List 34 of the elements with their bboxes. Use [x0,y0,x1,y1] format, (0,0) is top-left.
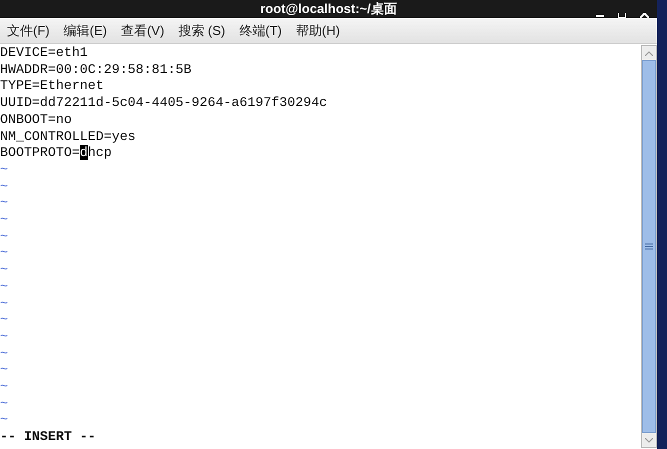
tilde-marker: ~ [0,346,8,362]
tilde-marker: ~ [0,228,8,246]
tilde-marker: ~ [0,262,8,279]
text-line: NM_CONTROLLED=yes [0,128,136,146]
tilde-marker: ~ [0,212,8,229]
text-line: BOOTPROTO=dhcp [0,145,112,162]
menu-item[interactable]: 终端(T) [234,20,287,40]
tilde-marker: ~ [0,396,8,412]
mode-indicator: -- INSERT -- [0,429,96,446]
scrollbar[interactable] [641,45,657,448]
text-line: HWADDR=00:0C:29:58:81:5B [0,62,192,78]
text-line: UUID=dd72211d-5c04-4405-9264-a6197f30294c [0,95,328,112]
tilde-marker: ~ [0,162,8,179]
grip-icon [645,243,653,250]
menu-item[interactable]: 帮助(H) [290,20,345,40]
tilde-marker: ~ [0,362,8,380]
tilde-marker: ~ [0,328,8,346]
text-line: DEVICE=eth1 [0,45,88,62]
tilde-marker: ~ [0,278,8,296]
window-title: root@localhost:~/桌面 [260,1,397,17]
text-line: TYPE=Ethernet [0,78,104,96]
text-line: ONBOOT=no [0,112,72,129]
menu-item[interactable]: 编辑(E) [58,20,112,40]
tilde-marker: ~ [0,245,8,262]
menu-item[interactable]: 搜索 (S) [173,20,230,40]
tilde-marker: ~ [0,296,8,312]
tilde-marker: ~ [0,178,8,196]
scrollbar-thumb[interactable] [642,60,656,433]
tilde-marker: ~ [0,379,8,396]
tilde-marker: ~ [0,412,8,430]
menu-item[interactable]: 查看(V) [116,20,170,40]
tilde-marker: ~ [0,312,8,329]
menu-item[interactable]: 文件(F) [2,20,55,40]
tilde-marker: ~ [0,195,8,212]
